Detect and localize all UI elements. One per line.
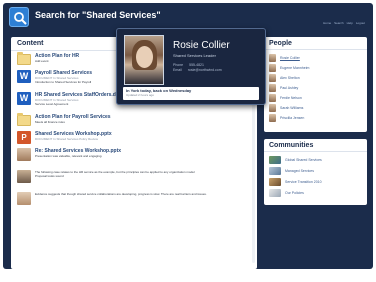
folder-icon xyxy=(17,113,31,126)
person-item[interactable]: Rosie Collier xyxy=(269,53,362,62)
list-item[interactable]: Action Plan for Payroll Services Meets a… xyxy=(11,113,257,129)
profile-job-title: Shared Services Leader xyxy=(173,53,216,58)
communities-list: Global Shared Services Managed Services … xyxy=(264,152,367,200)
person-name[interactable]: Paul Ashley xyxy=(280,86,298,90)
avatar xyxy=(269,63,276,72)
person-photo-icon xyxy=(17,148,31,161)
people-heading: People xyxy=(264,37,367,50)
people-panel: People Rosie Collier Eugene Mannheim Ale… xyxy=(264,37,367,132)
person-name[interactable]: Alex Shelton xyxy=(280,76,300,80)
person-item[interactable]: Priscilla Jensen xyxy=(269,113,362,122)
profile-contact: Phone 555-4821 Email rosie@northwind.com xyxy=(173,63,222,73)
avatar xyxy=(269,93,276,102)
item-snippet: Meets all finance rules xyxy=(35,120,65,124)
person-name[interactable]: Priscilla Jensen xyxy=(280,116,304,120)
search-icon xyxy=(14,12,27,25)
search-link[interactable]: Search xyxy=(334,21,344,25)
list-item[interactable]: Re: Shared Services Workshop.pptx Presen… xyxy=(11,148,257,168)
person-photo-icon xyxy=(17,192,31,205)
communities-heading: Communities xyxy=(264,139,367,152)
status-updated: Updated 2 hours ago xyxy=(126,93,155,97)
community-thumbnail xyxy=(269,156,281,164)
search-title: Search for "Shared Services" xyxy=(35,10,161,20)
home-link[interactable]: Home xyxy=(323,21,331,25)
community-item[interactable]: Managed Services xyxy=(269,166,362,176)
item-snippet: Presentation was valuable, relevant and … xyxy=(35,154,103,158)
avatar xyxy=(269,103,276,112)
top-links: Home Search Help Logout xyxy=(323,21,365,25)
person-name[interactable]: Eugene Mannheim xyxy=(280,66,309,70)
person-photo-icon xyxy=(17,170,31,183)
avatar xyxy=(269,113,276,122)
community-name[interactable]: Service Transition 2010 xyxy=(285,180,322,184)
list-item[interactable]: P Shared Services Workshop.pptx DOCUMENT… xyxy=(11,131,257,146)
avatar xyxy=(269,73,276,82)
status-message: In York today, back on Wednesday Updated… xyxy=(123,87,259,100)
folder-icon xyxy=(17,52,31,65)
person-name[interactable]: Rosie Collier xyxy=(280,56,300,60)
profile-card-popup[interactable]: Rosie Collier Shared Services Leader Pho… xyxy=(116,28,266,105)
person-item[interactable]: Ferdie Nelson xyxy=(269,93,362,102)
person-item[interactable]: Paul Ashley xyxy=(269,83,362,92)
help-link[interactable]: Help xyxy=(347,21,353,25)
community-name[interactable]: Our Policies xyxy=(285,191,304,195)
community-item[interactable]: Our Policies xyxy=(269,188,362,198)
community-thumbnail xyxy=(269,189,281,197)
app-window: Search for "Shared Services" Home Search… xyxy=(3,3,373,269)
item-snippet-2: Proposal looks sound xyxy=(35,174,64,178)
profile-photo-face xyxy=(136,46,153,68)
community-item[interactable]: Global Shared Services xyxy=(269,155,362,165)
search-button[interactable] xyxy=(9,7,29,27)
community-item[interactable]: Service Transition 2010 xyxy=(269,177,362,187)
word-doc-icon: W xyxy=(17,70,31,83)
profile-photo xyxy=(124,35,164,85)
person-item[interactable]: Eugene Mannheim xyxy=(269,63,362,72)
list-item[interactable]: The following case relates to the HR ser… xyxy=(11,170,257,190)
email-value[interactable]: rosie@northwind.com xyxy=(188,68,222,73)
ppt-icon: P xyxy=(17,131,31,144)
community-name[interactable]: Global Shared Services xyxy=(285,158,322,162)
list-item[interactable]: Evidence suggests that though shared ser… xyxy=(11,192,257,212)
word-doc-icon: W xyxy=(17,92,31,105)
item-meta: DOCUMENT In Shared Services Policy Revie… xyxy=(35,137,98,141)
community-thumbnail xyxy=(269,178,281,186)
people-list: Rosie Collier Eugene Mannheim Alex Shelt… xyxy=(264,50,367,124)
person-name[interactable]: Sarah Williams xyxy=(280,106,303,110)
avatar xyxy=(269,53,276,62)
profile-name[interactable]: Rosie Collier xyxy=(173,40,230,51)
person-item[interactable]: Alex Shelton xyxy=(269,73,362,82)
person-name[interactable]: Ferdie Nelson xyxy=(280,96,302,100)
avatar xyxy=(269,83,276,92)
communities-panel: Communities Global Shared Services Manag… xyxy=(264,139,367,205)
email-label: Email xyxy=(173,68,182,72)
logout-link[interactable]: Logout xyxy=(356,21,365,25)
community-thumbnail xyxy=(269,167,281,175)
community-name[interactable]: Managed Services xyxy=(285,169,314,173)
person-item[interactable]: Sarah Williams xyxy=(269,103,362,112)
item-snippet: Evidence suggests that though shared ser… xyxy=(35,192,207,196)
